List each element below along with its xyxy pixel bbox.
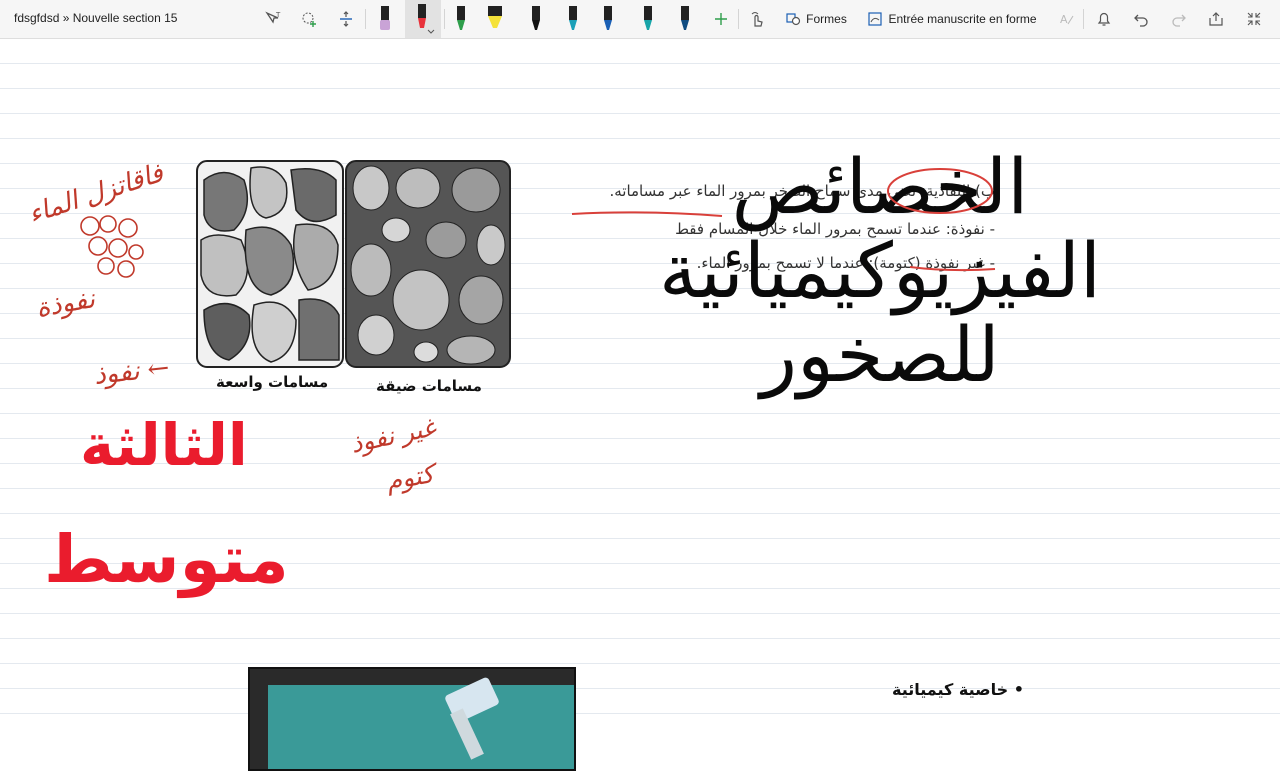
porosity-figure xyxy=(196,160,511,368)
share-icon[interactable] xyxy=(1203,0,1229,38)
level-line-2: متوسط xyxy=(44,521,289,598)
pen-red-icon[interactable] xyxy=(405,0,441,38)
handwritten-note-3: ← نفوذ xyxy=(92,353,171,391)
pen-teal-2-icon[interactable] xyxy=(637,0,659,38)
redo-icon[interactable] xyxy=(1166,0,1192,38)
ink-underline xyxy=(571,211,723,217)
caption-narrow-pores: مسامات ضيقة xyxy=(376,377,482,395)
shapes-icon xyxy=(786,13,801,26)
shapes-button[interactable]: Formes xyxy=(782,0,850,38)
chemical-property-bullet: • خاصية كيميائية xyxy=(892,680,1024,699)
lasso-select-icon[interactable]: T xyxy=(260,0,286,38)
ink-to-shape-label: Entrée manuscrite en forme xyxy=(888,12,1037,26)
caption-wide-pores: مسامات واسعة xyxy=(216,373,329,391)
handwritten-note-2: نفوذة xyxy=(33,284,98,324)
breadcrumb[interactable]: fdsgfdsd » Nouvelle section 15 xyxy=(14,11,177,25)
ink-to-math-icon[interactable]: A xyxy=(1054,0,1080,38)
handwritten-note-5: كتوم xyxy=(383,459,436,496)
scanned-photo xyxy=(248,667,576,771)
ink-to-shape-icon xyxy=(868,12,883,26)
fullscreen-icon[interactable] xyxy=(1241,0,1267,38)
bell-icon[interactable] xyxy=(1091,0,1117,38)
pen-green-icon[interactable] xyxy=(450,0,472,38)
add-pen-icon[interactable] xyxy=(708,0,734,38)
add-space-icon[interactable] xyxy=(296,0,322,38)
note-page[interactable]: مسامات واسعة مسامات ضيقة ب) النفاذية: تع… xyxy=(0,39,1280,771)
pen-blue-icon[interactable] xyxy=(597,0,619,38)
level-line-1: الثالثة xyxy=(80,411,248,479)
ink-to-shape-button[interactable]: Entrée manuscrite en forme xyxy=(862,0,1042,38)
pen-purple-icon[interactable] xyxy=(372,0,398,38)
insert-space-icon[interactable] xyxy=(333,0,359,38)
touch-draw-icon[interactable] xyxy=(744,0,770,38)
shapes-label: Formes xyxy=(806,12,847,26)
pen-navy-icon[interactable] xyxy=(674,0,696,38)
handwritten-circles xyxy=(80,215,144,278)
title-line-3: للصخور xyxy=(760,309,1000,399)
handwritten-note-4: غير نفوذ xyxy=(347,412,439,459)
undo-icon[interactable] xyxy=(1128,0,1154,38)
pen-black-icon[interactable] xyxy=(525,0,547,38)
ink-annotations xyxy=(887,168,996,272)
ribbon-toolbar: fdsgfdsd » Nouvelle section 15 T Formes … xyxy=(0,0,1280,39)
highlighter-yellow-icon[interactable] xyxy=(484,0,506,38)
pen-teal-icon[interactable] xyxy=(562,0,584,38)
svg-text:A: A xyxy=(1060,13,1068,26)
svg-text:T: T xyxy=(275,11,281,19)
